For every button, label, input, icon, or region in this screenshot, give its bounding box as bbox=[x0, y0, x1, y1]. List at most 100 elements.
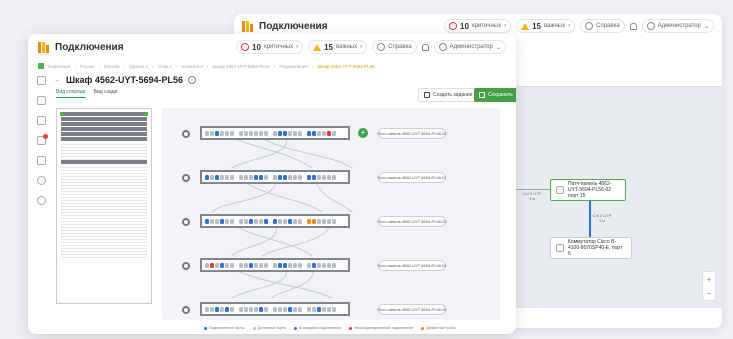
port[interactable] bbox=[327, 130, 331, 136]
port[interactable] bbox=[254, 174, 258, 180]
port[interactable] bbox=[273, 306, 277, 312]
port[interactable] bbox=[215, 174, 219, 180]
patch-panel-area[interactable]: + Патч-панель 4562-UYT-5694-PL56-02 Патч-п… bbox=[162, 108, 500, 320]
breadcrumb-item[interactable]: Комната 2 bbox=[182, 64, 203, 69]
port[interactable] bbox=[288, 218, 292, 224]
port[interactable] bbox=[264, 306, 268, 312]
port[interactable] bbox=[259, 306, 263, 312]
port[interactable] bbox=[244, 218, 248, 224]
breadcrumb-item[interactable]: Здание 1 bbox=[129, 64, 148, 69]
port[interactable] bbox=[293, 306, 297, 312]
rack-device[interactable] bbox=[61, 137, 147, 141]
port[interactable] bbox=[293, 262, 297, 268]
rack-device[interactable] bbox=[61, 132, 147, 136]
port[interactable] bbox=[205, 262, 209, 268]
port[interactable] bbox=[322, 306, 326, 312]
port[interactable] bbox=[288, 130, 292, 136]
port[interactable] bbox=[259, 130, 263, 136]
port[interactable] bbox=[327, 306, 331, 312]
port[interactable] bbox=[215, 262, 219, 268]
port[interactable] bbox=[264, 262, 268, 268]
critical-alerts-pill[interactable]: 10 критичных › bbox=[236, 40, 304, 54]
port[interactable] bbox=[220, 218, 224, 224]
patch-panel-label[interactable]: Патч-панель 4562-UYT-5694-PL56-02 bbox=[377, 128, 447, 139]
bell-icon[interactable] bbox=[629, 22, 637, 30]
port[interactable] bbox=[283, 174, 287, 180]
panel-status-icon[interactable] bbox=[182, 130, 190, 138]
rack-device[interactable] bbox=[61, 160, 147, 164]
port[interactable] bbox=[283, 262, 287, 268]
port[interactable] bbox=[249, 306, 253, 312]
port[interactable] bbox=[307, 130, 311, 136]
port[interactable] bbox=[205, 174, 209, 180]
rack-device[interactable] bbox=[61, 112, 147, 116]
port[interactable] bbox=[332, 174, 336, 180]
warning-alerts-pill[interactable]: 15 важных › bbox=[516, 19, 576, 33]
link-icon[interactable] bbox=[36, 96, 46, 105]
port[interactable] bbox=[293, 218, 297, 224]
port[interactable] bbox=[327, 174, 331, 180]
port[interactable] bbox=[220, 306, 224, 312]
port[interactable] bbox=[215, 130, 219, 136]
port[interactable] bbox=[215, 218, 219, 224]
patch-panel[interactable] bbox=[200, 214, 350, 228]
port[interactable] bbox=[278, 218, 282, 224]
patch-panel[interactable] bbox=[200, 170, 350, 184]
port[interactable] bbox=[249, 218, 253, 224]
port[interactable] bbox=[230, 174, 234, 180]
port[interactable] bbox=[312, 130, 316, 136]
port[interactable] bbox=[244, 262, 248, 268]
port[interactable] bbox=[298, 174, 302, 180]
globe-icon[interactable] bbox=[36, 176, 46, 185]
port[interactable] bbox=[239, 174, 243, 180]
rack-slot[interactable] bbox=[61, 255, 147, 258]
breadcrumb-item[interactable]: Подключения bbox=[279, 64, 307, 69]
port[interactable] bbox=[230, 306, 234, 312]
port[interactable] bbox=[317, 174, 321, 180]
port[interactable] bbox=[230, 218, 234, 224]
port[interactable] bbox=[254, 218, 258, 224]
breadcrumb-item[interactable]: Шкаф 4562-UYT-5694-PL56 bbox=[212, 64, 269, 69]
port[interactable] bbox=[210, 262, 214, 268]
patch-panel[interactable] bbox=[200, 258, 350, 272]
port[interactable] bbox=[278, 130, 282, 136]
port[interactable] bbox=[244, 130, 248, 136]
notifications-icon[interactable] bbox=[36, 134, 48, 145]
port[interactable] bbox=[298, 218, 302, 224]
port[interactable] bbox=[254, 130, 258, 136]
port[interactable] bbox=[244, 306, 248, 312]
chart-icon[interactable] bbox=[36, 116, 46, 125]
port[interactable] bbox=[249, 262, 253, 268]
port[interactable] bbox=[332, 130, 336, 136]
port[interactable] bbox=[273, 262, 277, 268]
port[interactable] bbox=[327, 218, 331, 224]
port[interactable] bbox=[283, 130, 287, 136]
port[interactable] bbox=[307, 262, 311, 268]
add-connection-button[interactable]: + bbox=[358, 128, 368, 138]
zoom-in-button[interactable]: + bbox=[707, 275, 712, 284]
port[interactable] bbox=[225, 174, 229, 180]
port[interactable] bbox=[220, 174, 224, 180]
port[interactable] bbox=[278, 262, 282, 268]
port[interactable] bbox=[205, 218, 209, 224]
rack-device[interactable] bbox=[61, 117, 147, 121]
port[interactable] bbox=[298, 262, 302, 268]
port[interactable] bbox=[225, 262, 229, 268]
rack-device[interactable] bbox=[61, 122, 147, 126]
port[interactable] bbox=[322, 262, 326, 268]
port[interactable] bbox=[205, 130, 209, 136]
port[interactable] bbox=[312, 174, 316, 180]
port[interactable] bbox=[288, 174, 292, 180]
tab-back-view[interactable]: Вид сзади bbox=[94, 89, 118, 98]
rack-device[interactable] bbox=[61, 127, 147, 131]
port[interactable] bbox=[239, 130, 243, 136]
port[interactable] bbox=[259, 262, 263, 268]
port[interactable] bbox=[259, 174, 263, 180]
port[interactable] bbox=[293, 174, 297, 180]
port[interactable] bbox=[317, 262, 321, 268]
port[interactable] bbox=[249, 174, 253, 180]
port[interactable] bbox=[264, 218, 268, 224]
port[interactable] bbox=[249, 130, 253, 136]
help-button[interactable]: Справка bbox=[372, 40, 417, 54]
patch-panel-label[interactable]: Патч-панель 4562-UYT-5694-PL56-01 bbox=[377, 172, 447, 183]
